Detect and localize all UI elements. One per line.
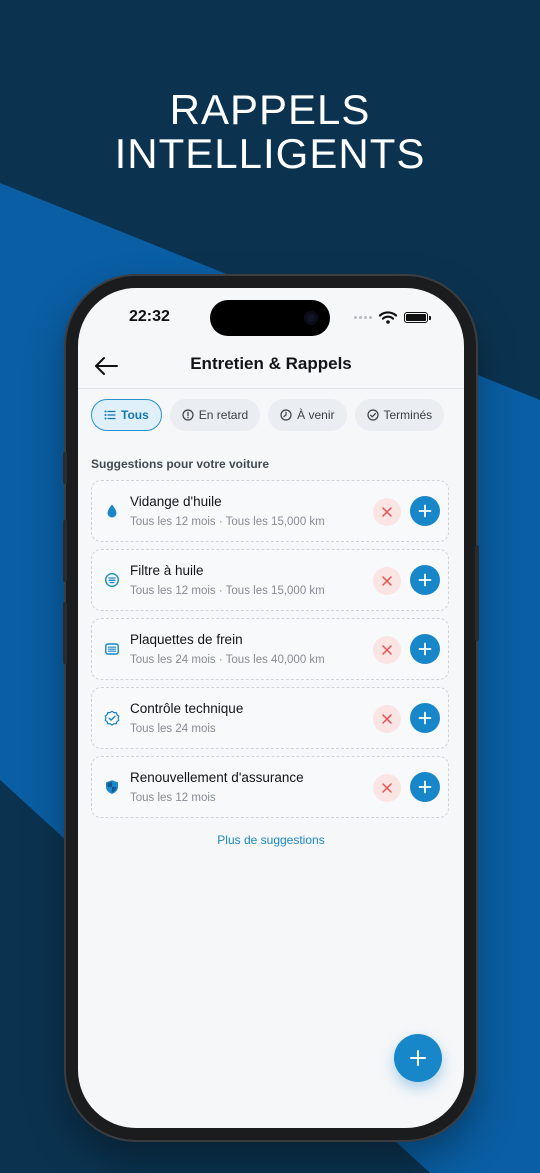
- plus-icon: [410, 1050, 426, 1066]
- add-reminder-button[interactable]: [410, 565, 440, 595]
- phone-action-button: [63, 452, 67, 484]
- add-reminder-button[interactable]: [410, 772, 440, 802]
- battery-icon: [404, 311, 431, 323]
- filter-chip-label: Terminés: [383, 408, 433, 422]
- filter-chip-a-venir[interactable]: À venir: [268, 399, 347, 431]
- add-reminder-button[interactable]: [410, 496, 440, 526]
- close-icon: [382, 783, 392, 793]
- wifi-icon: [379, 310, 397, 324]
- close-icon: [382, 576, 392, 586]
- close-icon: [382, 645, 392, 655]
- nav-divider: [78, 388, 464, 389]
- close-icon: [382, 507, 392, 517]
- page-title: Entretien & Rappels: [190, 354, 352, 373]
- suggestion-title: Contrôle technique: [130, 701, 244, 716]
- suggestion-card-vidange[interactable]: Vidange d'huile Tous les 12 mois · Tous …: [91, 480, 449, 542]
- clock-icon: [280, 409, 292, 421]
- headline-line-2: INTELLIGENTS: [114, 130, 426, 177]
- filter-chips: Tous En retard À venir Terminés: [91, 399, 445, 431]
- suggestion-subtitle: Tous les 12 mois: [130, 792, 216, 804]
- alert-circle-icon: [182, 409, 194, 421]
- plus-icon: [418, 504, 432, 518]
- shield-icon: [106, 780, 118, 794]
- badge-check-icon: [104, 710, 120, 726]
- suggestion-card-assurance[interactable]: Renouvellement d'assurance Tous les 12 m…: [91, 756, 449, 818]
- suggestion-subtitle: Tous les 24 mois · Tous les 40,000 km: [130, 654, 325, 666]
- filter-chip-tous[interactable]: Tous: [91, 399, 162, 431]
- filter-chip-label: À venir: [297, 408, 335, 422]
- suggestion-subtitle: Tous les 12 mois · Tous les 15,000 km: [130, 585, 325, 597]
- plus-icon: [418, 711, 432, 725]
- dismiss-button[interactable]: [373, 636, 401, 664]
- suggestion-title: Vidange d'huile: [130, 494, 222, 509]
- filter-chip-en-retard[interactable]: En retard: [169, 399, 261, 431]
- headline: RAPPELS INTELLIGENTS: [0, 88, 540, 176]
- dynamic-island: [210, 300, 330, 336]
- dismiss-button[interactable]: [373, 567, 401, 595]
- close-icon: [382, 714, 392, 724]
- plus-icon: [418, 642, 432, 656]
- check-circle-icon: [366, 409, 379, 421]
- brake-pad-icon: [105, 643, 119, 655]
- suggestion-title: Plaquettes de frein: [130, 632, 243, 647]
- filter-icon: [104, 572, 120, 588]
- dismiss-button[interactable]: [373, 498, 401, 526]
- filter-chip-termines[interactable]: Terminés: [354, 399, 445, 431]
- headline-line-1: RAPPELS: [169, 86, 371, 133]
- camera-icon: [304, 311, 318, 325]
- suggestion-subtitle: Tous les 12 mois · Tous les 15,000 km: [130, 516, 325, 528]
- oil-drop-icon: [107, 504, 117, 518]
- dismiss-button[interactable]: [373, 774, 401, 802]
- phone-screen: 22:32 Entretien & Rappels Tous En retard…: [78, 288, 464, 1128]
- phone-volume-up-button: [63, 520, 67, 582]
- phone-power-button: [475, 545, 479, 641]
- suggestion-card-plaquettes[interactable]: Plaquettes de frein Tous les 24 mois · T…: [91, 618, 449, 680]
- filter-chip-label: Tous: [121, 408, 149, 422]
- status-indicators: [354, 308, 431, 326]
- list-icon: [104, 410, 116, 420]
- nav-bar: Entretien & Rappels: [78, 346, 464, 388]
- suggestion-card-controle[interactable]: Contrôle technique Tous les 24 mois: [91, 687, 449, 749]
- more-suggestions-link[interactable]: Plus de suggestions: [78, 833, 464, 847]
- status-time: 22:32: [129, 308, 170, 325]
- suggestions-title: Suggestions pour votre voiture: [91, 457, 270, 471]
- add-reminder-button[interactable]: [410, 703, 440, 733]
- filter-chip-label: En retard: [198, 408, 249, 422]
- suggestion-title: Renouvellement d'assurance: [130, 770, 304, 785]
- cellular-signal-icon: [354, 315, 372, 319]
- add-fab-button[interactable]: [394, 1034, 442, 1082]
- plus-icon: [418, 573, 432, 587]
- suggestion-subtitle: Tous les 24 mois: [130, 723, 216, 735]
- dismiss-button[interactable]: [373, 705, 401, 733]
- suggestions-list: Vidange d'huile Tous les 12 mois · Tous …: [91, 480, 449, 825]
- suggestion-title: Filtre à huile: [130, 563, 204, 578]
- suggestion-card-filtre[interactable]: Filtre à huile Tous les 12 mois · Tous l…: [91, 549, 449, 611]
- phone-volume-down-button: [63, 602, 67, 664]
- add-reminder-button[interactable]: [410, 634, 440, 664]
- plus-icon: [418, 780, 432, 794]
